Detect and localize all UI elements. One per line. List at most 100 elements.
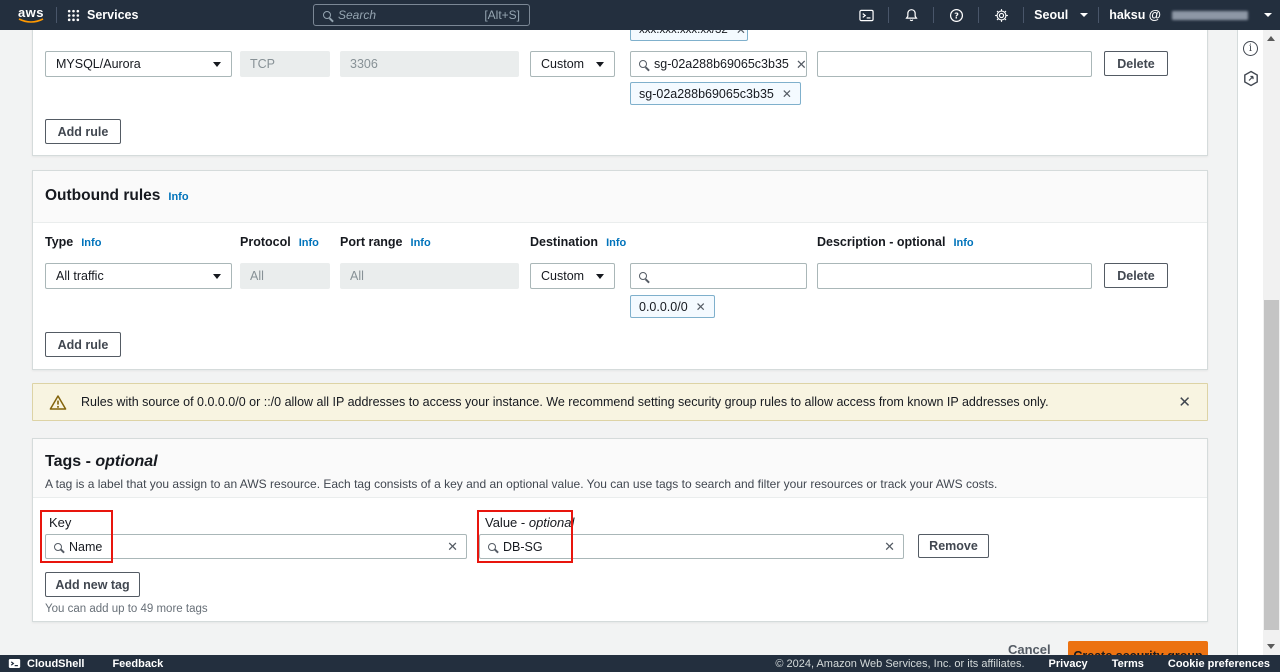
scroll-up-icon[interactable] xyxy=(1267,36,1275,41)
chevron-down-icon xyxy=(596,274,604,279)
services-menu[interactable]: Services xyxy=(67,8,138,22)
tag-value-label: Value - optional xyxy=(485,515,574,530)
footer-cloudshell[interactable]: CloudShell xyxy=(8,657,84,670)
aws-smile-icon xyxy=(18,18,44,24)
aws-logo-text: aws xyxy=(18,7,44,18)
outbound-delete-button[interactable]: Delete xyxy=(1104,263,1168,288)
info-link[interactable]: Info xyxy=(953,237,973,249)
privacy-link[interactable]: Privacy xyxy=(1049,658,1088,670)
footer-feedback[interactable]: Feedback xyxy=(112,658,163,670)
search-icon xyxy=(488,543,496,551)
clear-input-icon[interactable]: ✕ xyxy=(796,58,807,71)
col-label-port-range: Port range Info xyxy=(340,235,431,249)
add-rule-label: Add rule xyxy=(58,338,109,352)
warning-icon xyxy=(49,394,67,411)
cloudshell-icon xyxy=(8,657,21,670)
divider xyxy=(1023,7,1024,23)
tags-title-optional: optional xyxy=(95,453,157,470)
close-icon[interactable]: ✕ xyxy=(1178,393,1191,411)
open-cidr-warning-banner: Rules with source of 0.0.0.0/0 or ::/0 a… xyxy=(32,383,1208,421)
inbound-source-type-select[interactable]: Custom xyxy=(530,51,615,77)
top-navigation-bar: aws Services Search [Alt+S] xyxy=(0,0,1280,30)
services-label: Services xyxy=(87,8,138,22)
tags-remaining-hint: You can add up to 49 more tags xyxy=(45,603,208,615)
tags-description: A tag is a label that you assign to an A… xyxy=(45,477,1195,491)
amazon-q-hexagon-icon[interactable] xyxy=(1243,70,1259,87)
remove-chip-icon[interactable]: ✕ xyxy=(696,301,706,313)
info-link[interactable]: Info xyxy=(81,237,101,249)
cookie-preferences-link[interactable]: Cookie preferences xyxy=(1168,658,1270,670)
search-shortcut: [Alt+S] xyxy=(484,8,520,22)
outbound-card-header: Outbound rules Info xyxy=(33,171,1207,223)
info-link[interactable]: Info xyxy=(606,237,626,249)
copyright-text: © 2024, Amazon Web Services, Inc. or its… xyxy=(775,658,1024,670)
account-label: haksu @ xyxy=(1109,8,1161,22)
outbound-type-select[interactable]: All traffic xyxy=(45,263,232,289)
chevron-down-icon xyxy=(213,62,221,67)
outbound-type-value: All traffic xyxy=(56,269,104,283)
divider xyxy=(56,7,57,23)
inbound-port-field: 3306 xyxy=(340,51,519,77)
search-icon xyxy=(323,11,331,19)
inbound-source-chip[interactable]: sg-02a288b69065c3b35 ✕ xyxy=(630,82,801,105)
tag-key-input[interactable]: Name ✕ xyxy=(45,534,467,559)
help-icon[interactable]: ? xyxy=(944,0,968,30)
outbound-rules-card: Outbound rules Info Type Info Protocol I… xyxy=(32,170,1208,370)
aws-console-create-security-group: { "colors": { "nav_dark": "#232f3e", "li… xyxy=(0,0,1280,672)
terms-link[interactable]: Terms xyxy=(1112,658,1144,670)
region-selector[interactable]: Seoul xyxy=(1034,8,1088,22)
outbound-description-input[interactable] xyxy=(817,263,1092,289)
scroll-down-icon[interactable] xyxy=(1267,644,1275,649)
remove-tag-button[interactable]: Remove xyxy=(918,534,989,558)
outbound-info-link[interactable]: Info xyxy=(168,191,188,203)
inbound-description-input[interactable] xyxy=(817,51,1092,77)
clear-input-icon[interactable]: ✕ xyxy=(884,540,895,553)
inbound-add-rule-button[interactable]: Add rule xyxy=(45,119,121,144)
col-label-destination: Destination Info xyxy=(530,235,626,249)
add-new-tag-button[interactable]: Add new tag xyxy=(45,572,140,597)
vertical-scrollbar[interactable] xyxy=(1263,30,1280,655)
outbound-add-rule-button[interactable]: Add rule xyxy=(45,332,121,357)
cloudshell-icon[interactable] xyxy=(854,0,878,30)
account-id-redacted xyxy=(1172,11,1248,20)
inbound-delete-button[interactable]: Delete xyxy=(1104,51,1168,76)
outbound-dest-type-value: Custom xyxy=(541,269,584,283)
chip-label: 0.0.0.0/0 xyxy=(639,300,688,314)
aws-logo[interactable]: aws xyxy=(16,7,46,24)
inbound-port-value: 3306 xyxy=(350,57,378,71)
inbound-type-select[interactable]: MYSQL/Aurora xyxy=(45,51,232,77)
tag-value-input[interactable]: DB-SG ✕ xyxy=(479,534,904,559)
add-rule-label: Add rule xyxy=(58,125,109,139)
settings-gear-icon[interactable] xyxy=(989,0,1013,30)
search-icon xyxy=(54,543,62,551)
warning-text: Rules with source of 0.0.0.0/0 or ::/0 a… xyxy=(81,395,1049,409)
scrollbar-thumb[interactable] xyxy=(1264,300,1279,630)
tags-card: Tags - optional A tag is a label that yo… xyxy=(32,438,1208,622)
notifications-bell-icon[interactable] xyxy=(899,0,923,30)
services-grid-icon xyxy=(67,9,80,22)
cloudshell-label: CloudShell xyxy=(27,658,84,670)
inbound-source-search-input[interactable]: sg-02a288b69065c3b35 ✕ xyxy=(630,51,807,77)
search-placeholder: Search xyxy=(338,8,376,22)
right-tools-rail xyxy=(1237,30,1263,655)
info-link[interactable]: Info xyxy=(411,237,431,249)
outbound-dest-search-input[interactable] xyxy=(630,263,807,289)
outbound-dest-chip[interactable]: 0.0.0.0/0 ✕ xyxy=(630,295,715,318)
inbound-type-value: MYSQL/Aurora xyxy=(56,57,141,71)
inbound-protocol-value: TCP xyxy=(250,57,275,71)
svg-text:?: ? xyxy=(954,11,959,20)
search-icon xyxy=(639,272,647,280)
divider xyxy=(888,7,889,23)
delete-button-label: Delete xyxy=(1117,269,1155,283)
tag-key-label: Key xyxy=(49,515,71,530)
remove-chip-icon[interactable]: ✕ xyxy=(782,88,792,100)
info-link[interactable]: Info xyxy=(299,237,319,249)
outbound-dest-type-select[interactable]: Custom xyxy=(530,263,615,289)
outbound-title: Outbound rules Info xyxy=(45,187,1195,205)
global-search-input[interactable]: Search [Alt+S] xyxy=(313,4,530,26)
region-label: Seoul xyxy=(1034,8,1068,22)
info-panel-icon[interactable] xyxy=(1243,41,1258,56)
outbound-title-text: Outbound rules xyxy=(45,187,160,205)
account-menu[interactable]: haksu @ xyxy=(1109,8,1272,22)
clear-input-icon[interactable]: ✕ xyxy=(447,540,458,553)
